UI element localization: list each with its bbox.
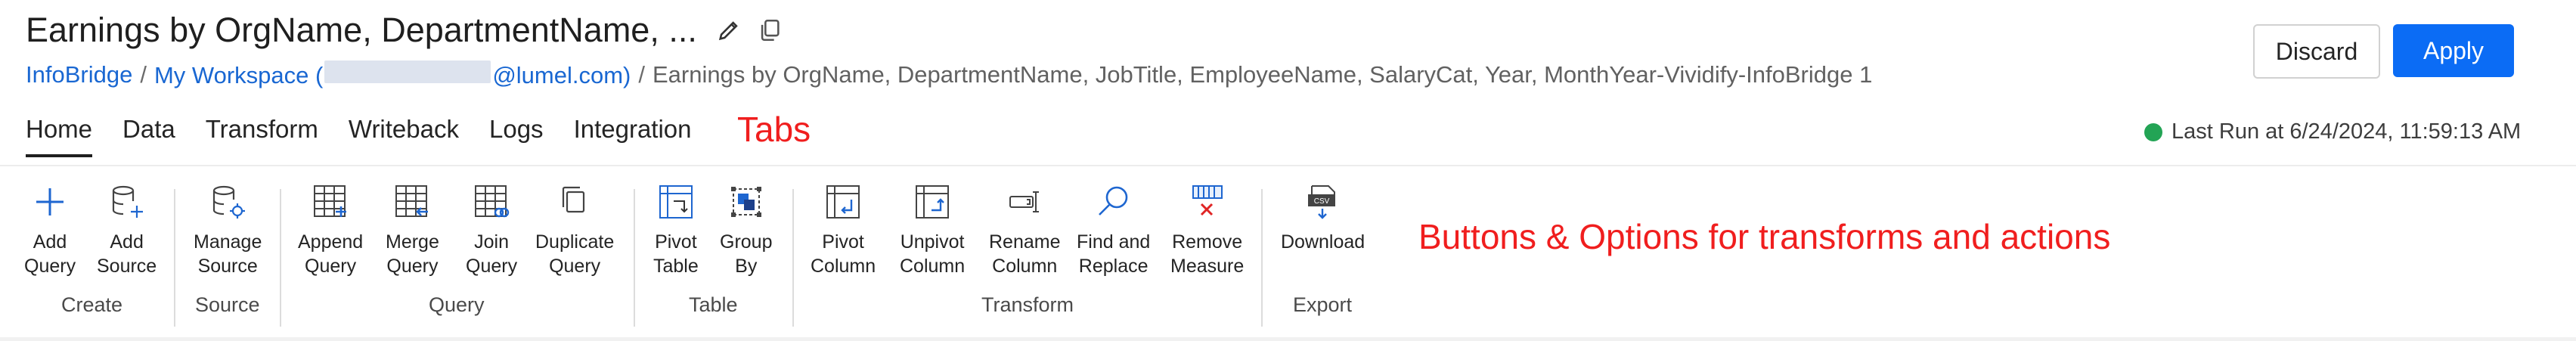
breadcrumb-separator: / <box>638 61 645 88</box>
manage-source-icon <box>206 180 250 224</box>
group-by-icon <box>724 180 768 224</box>
ribbon-toolbar: Add Query Add Source Create Manage Sourc… <box>0 165 2576 339</box>
group-label-query: Query <box>429 293 485 316</box>
group-label-export: Export <box>1293 293 1353 316</box>
group-label-transform: Transform <box>981 293 1074 316</box>
breadcrumb-root-link[interactable]: InfoBridge <box>26 61 132 88</box>
redacted-email <box>324 60 491 83</box>
annotation-tabs: Tabs <box>737 110 811 149</box>
title-row: Earnings by OrgName, DepartmentName, ... <box>26 11 785 50</box>
duplicate-query-icon <box>553 180 597 224</box>
manage-source-label: Manage Source <box>194 231 262 277</box>
apply-button[interactable]: Apply <box>2393 24 2514 77</box>
group-by-label: Group By <box>720 231 773 277</box>
pivot-table-button[interactable]: Pivot Table <box>653 180 699 278</box>
pivot-column-button[interactable]: Pivot Column <box>811 180 876 278</box>
last-run-text: Last Run at 6/24/2024, 11:59:13 AM <box>2171 119 2522 144</box>
join-query-label: Join Query <box>466 231 518 277</box>
group-divider <box>634 189 635 327</box>
add-source-button[interactable]: Add Source <box>97 180 157 278</box>
annotation-buttons: Buttons & Options for transforms and act… <box>1418 217 2111 256</box>
group-label-create: Create <box>61 293 123 316</box>
discard-button[interactable]: Discard <box>2253 24 2380 79</box>
download-button[interactable]: CSV Download <box>1281 180 1365 254</box>
tab-transform[interactable]: Transform <box>206 115 318 157</box>
breadcrumb-workspace-link[interactable]: My Workspace ( @lumel.com) <box>154 60 631 89</box>
group-divider <box>792 189 794 327</box>
join-query-icon <box>470 180 513 224</box>
manage-source-button[interactable]: Manage Source <box>194 180 262 278</box>
duplicate-query-label: Duplicate Query <box>535 231 615 277</box>
merge-query-label: Merge Query <box>386 231 439 277</box>
group-label-table: Table <box>689 293 738 316</box>
group-label-source: Source <box>195 293 260 316</box>
group-divider <box>1261 189 1263 327</box>
download-label: Download <box>1281 231 1365 253</box>
csv-icon-text: CSV <box>1313 197 1329 206</box>
add-query-label: Add Query <box>24 231 76 277</box>
tab-writeback[interactable]: Writeback <box>349 115 459 157</box>
remove-measure-button[interactable]: Remove Measure <box>1170 180 1244 278</box>
group-divider <box>174 189 175 327</box>
find-and-replace-button[interactable]: Find and Replace <box>1077 180 1150 278</box>
remove-measure-icon <box>1186 180 1229 224</box>
append-query-icon <box>308 180 352 224</box>
tab-data[interactable]: Data <box>122 115 175 157</box>
plus-icon <box>28 180 72 224</box>
add-source-icon <box>105 180 149 224</box>
append-query-button[interactable]: Append Query <box>298 180 363 278</box>
search-icon <box>1092 180 1136 224</box>
unpivot-column-icon <box>910 180 954 224</box>
remove-measure-label: Remove Measure <box>1170 231 1245 277</box>
rename-column-button[interactable]: Rename Column <box>989 180 1061 278</box>
last-run-status: Last Run at 6/24/2024, 11:59:13 AM <box>2144 119 2521 144</box>
join-query-button[interactable]: Join Query <box>466 180 517 278</box>
breadcrumb: InfoBridge / My Workspace ( @lumel.com) /… <box>26 60 1872 89</box>
page-title: Earnings by OrgName, DepartmentName, ... <box>26 11 697 49</box>
merge-query-button[interactable]: Merge Query <box>386 180 439 278</box>
pivot-column-label: Pivot Column <box>811 231 876 277</box>
tab-integration[interactable]: Integration <box>574 115 692 157</box>
append-query-label: Append Query <box>298 231 364 277</box>
workspace-suffix: @lumel.com) <box>492 62 631 88</box>
pivot-table-label: Pivot Table <box>653 231 699 277</box>
group-by-button[interactable]: Group By <box>720 180 772 278</box>
status-dot-icon <box>2144 122 2162 141</box>
pivot-table-icon <box>654 180 698 224</box>
find-and-replace-label: Find and Replace <box>1077 231 1151 277</box>
breadcrumb-current: Earnings by OrgName, DepartmentName, Job… <box>653 61 1873 88</box>
breadcrumb-separator: / <box>140 61 147 88</box>
rename-column-label: Rename Column <box>989 231 1061 277</box>
duplicate-query-button[interactable]: Duplicate Query <box>535 180 614 278</box>
pencil-icon[interactable] <box>714 15 744 45</box>
rename-column-icon <box>1003 180 1046 224</box>
add-query-button[interactable]: Add Query <box>24 180 76 278</box>
add-source-label: Add Source <box>97 231 157 277</box>
download-csv-icon: CSV <box>1301 180 1345 224</box>
pivot-column-icon <box>821 180 865 224</box>
tab-home[interactable]: Home <box>26 115 93 157</box>
merge-query-icon <box>390 180 434 224</box>
unpivot-column-button[interactable]: Unpivot Column <box>900 180 965 278</box>
tab-bar: Home Data Transform Writeback Logs Integ… <box>26 115 722 157</box>
copy-icon[interactable] <box>755 15 785 45</box>
tab-logs[interactable]: Logs <box>489 115 544 157</box>
group-divider <box>280 189 281 327</box>
unpivot-column-label: Unpivot Column <box>900 231 966 277</box>
workspace-prefix: My Workspace ( <box>153 62 324 88</box>
bottom-border <box>0 337 2576 341</box>
